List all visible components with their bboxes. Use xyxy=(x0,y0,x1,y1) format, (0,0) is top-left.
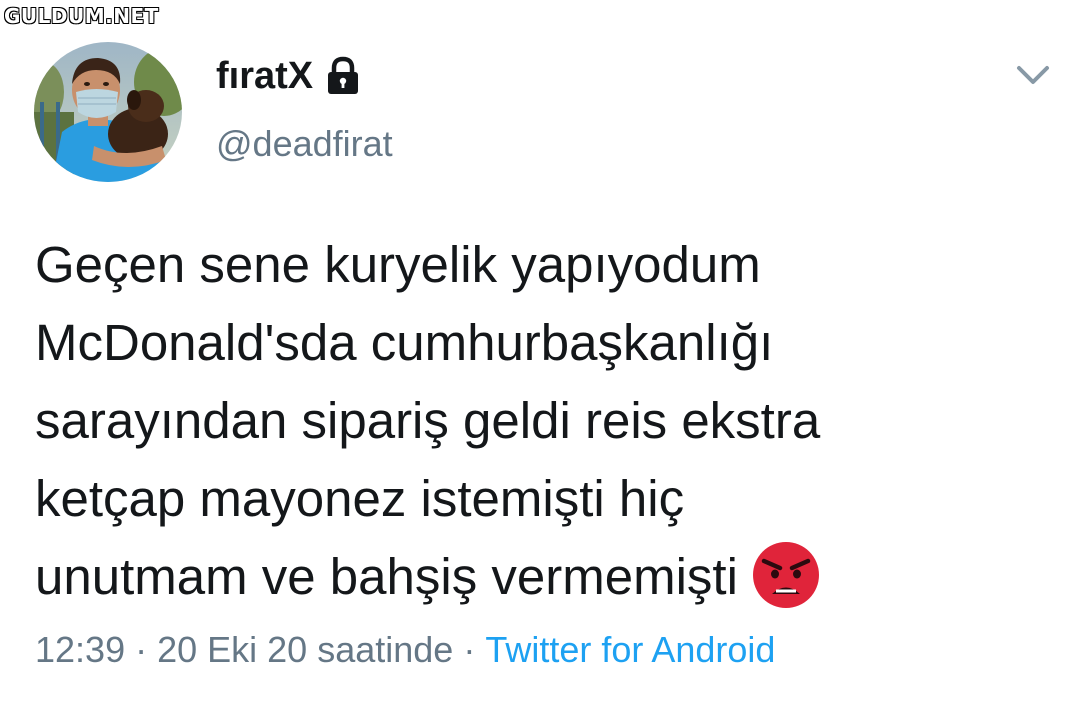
chevron-down-icon[interactable] xyxy=(1013,60,1053,90)
tweet-source-link[interactable]: Twitter for Android xyxy=(485,629,775,670)
separator: · xyxy=(463,629,476,670)
tweet-text-line: ketçap mayonez istemişti hiç xyxy=(35,470,685,527)
tweet-text: Geçen sene kuryelik yapıyodum McDonald's… xyxy=(35,226,1055,616)
author-row: fıratX xyxy=(216,54,361,98)
tweet-text-line: Geçen sene kuryelik yapıyodum xyxy=(35,236,761,293)
tweet-text-line-last: unutmam ve bahşiş vermemişti xyxy=(35,538,1055,616)
separator: · xyxy=(135,629,148,670)
tweet-meta: 12:39 · 20 Eki 20 saatinde · Twitter for And… xyxy=(35,628,775,672)
lock-icon xyxy=(325,56,361,96)
watermark: GULDUM.NET xyxy=(3,3,159,29)
avatar-image xyxy=(34,42,182,182)
tweet-time[interactable]: 12:39 xyxy=(35,629,125,670)
avatar[interactable] xyxy=(34,42,182,182)
tweet-text-line: sarayından sipariş geldi reis ekstra xyxy=(35,392,821,449)
tweet-text-line: McDonald'sda cumhurbaşkanlığı xyxy=(35,314,774,371)
tweet-date[interactable]: 20 Eki 20 saatinde xyxy=(157,629,453,670)
tweet-text-line: unutmam ve bahşiş vermemişti xyxy=(35,548,738,605)
angry-face-icon xyxy=(752,541,820,609)
user-handle[interactable]: @deadfirat xyxy=(216,122,393,166)
display-name[interactable]: fıratX xyxy=(216,54,313,98)
tweet-screenshot: GULDUM.NET fıratX @deadfirat Geçen sene … xyxy=(0,0,1080,707)
